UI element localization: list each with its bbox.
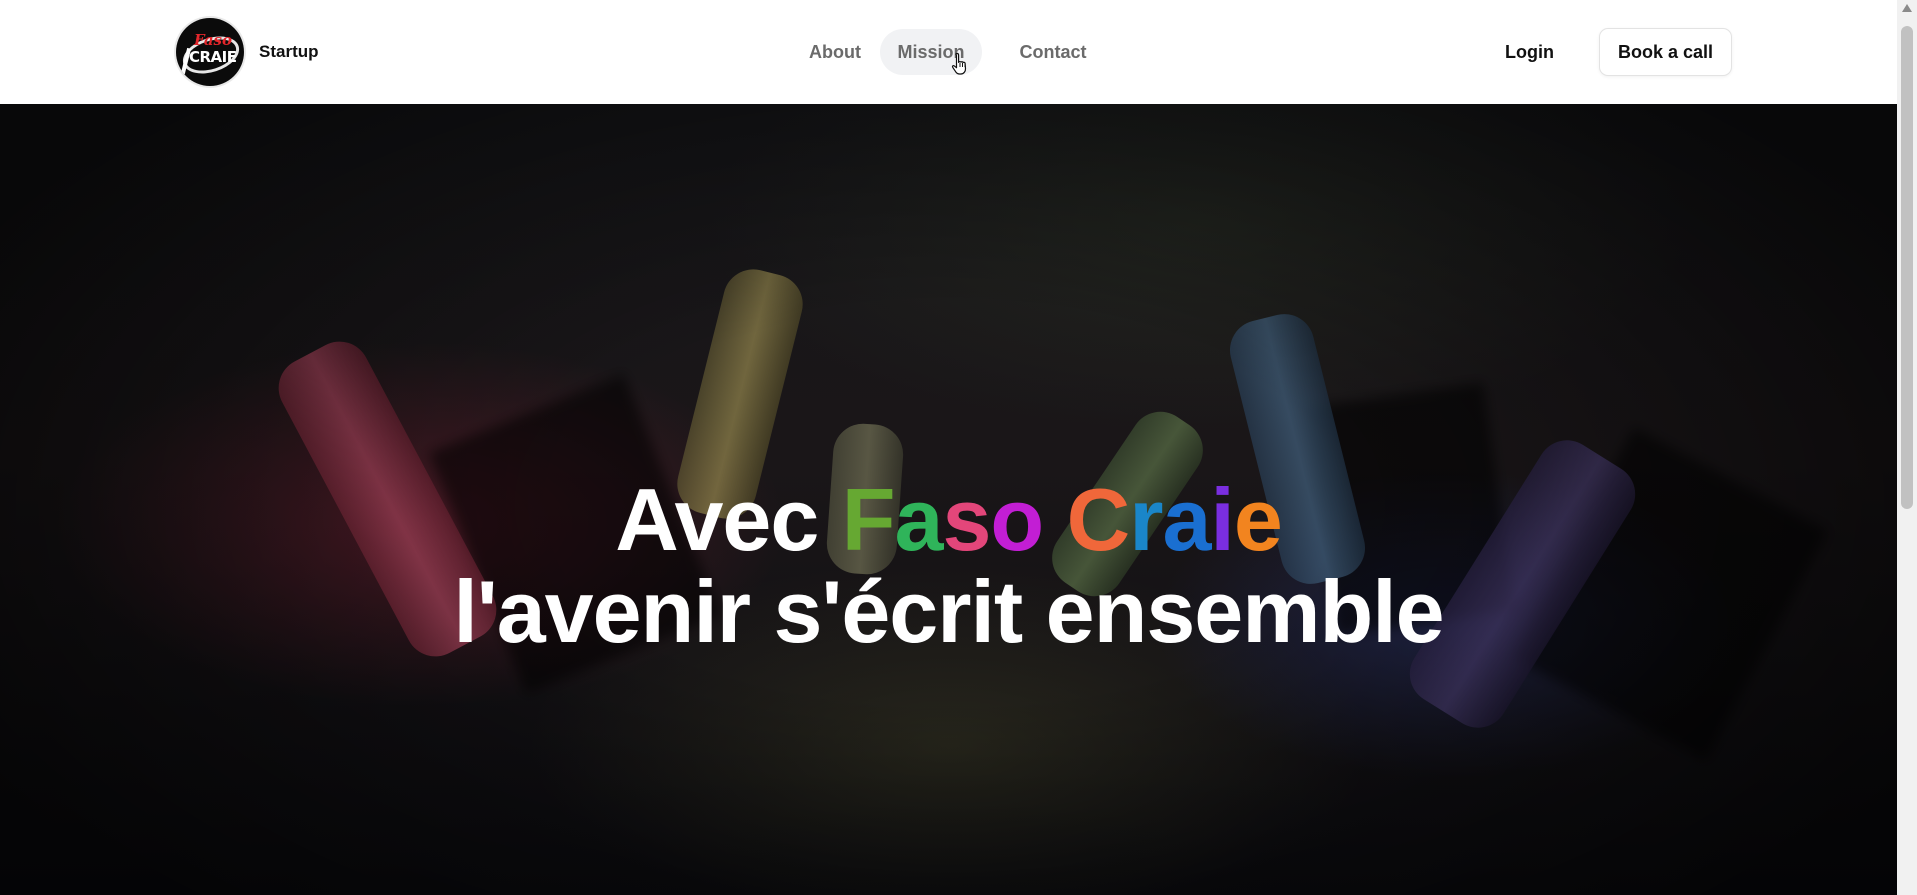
hero-subtitle: l'avenir s'écrit ensemble	[453, 562, 1444, 661]
hero-brand-letter: i	[1210, 470, 1234, 569]
nav-link-about[interactable]: About	[798, 29, 872, 75]
hero-brand-letter: C	[1066, 470, 1131, 569]
logo-text-faso: Faso	[194, 31, 232, 49]
hero-brand-letter: o	[990, 470, 1044, 569]
scroll-thumb[interactable]	[1901, 26, 1913, 509]
faso-craie-logo[interactable]: Faso CRAIE	[176, 18, 244, 86]
hero-title-line-1: Avec Faso Craie	[0, 474, 1897, 566]
hero-section: Avec Faso Craie l'avenir s'écrit ensembl…	[0, 104, 1897, 895]
hero-title-prefix: Avec	[615, 470, 819, 569]
hero-brand-letter: a	[894, 470, 944, 569]
hero-brand-name: Faso Craie	[841, 470, 1283, 569]
hero-brand-letter: r	[1129, 470, 1163, 569]
hero-headline: Avec Faso Craie l'avenir s'écrit ensembl…	[0, 474, 1897, 658]
hero-brand-letter	[1043, 470, 1066, 569]
hero-brand-letter: e	[1233, 470, 1283, 569]
page-scrollbar[interactable]	[1897, 0, 1917, 895]
scroll-up-arrow-icon[interactable]	[1902, 4, 1912, 12]
book-a-call-button[interactable]: Book a call	[1599, 28, 1732, 76]
hero-brand-letter: s	[942, 470, 991, 569]
hero-brand-letter: a	[1162, 470, 1211, 569]
logo-text-craie: CRAIE	[189, 48, 237, 66]
login-link[interactable]: Login	[1505, 42, 1554, 63]
nav-link-contact[interactable]: Contact	[1012, 29, 1094, 75]
brand-name[interactable]: Startup	[259, 42, 319, 62]
hand-pointer-icon	[951, 52, 967, 75]
site-header: Faso CRAIE Startup About Mission Contact…	[0, 0, 1897, 104]
hero-brand-letter: F	[841, 470, 896, 569]
